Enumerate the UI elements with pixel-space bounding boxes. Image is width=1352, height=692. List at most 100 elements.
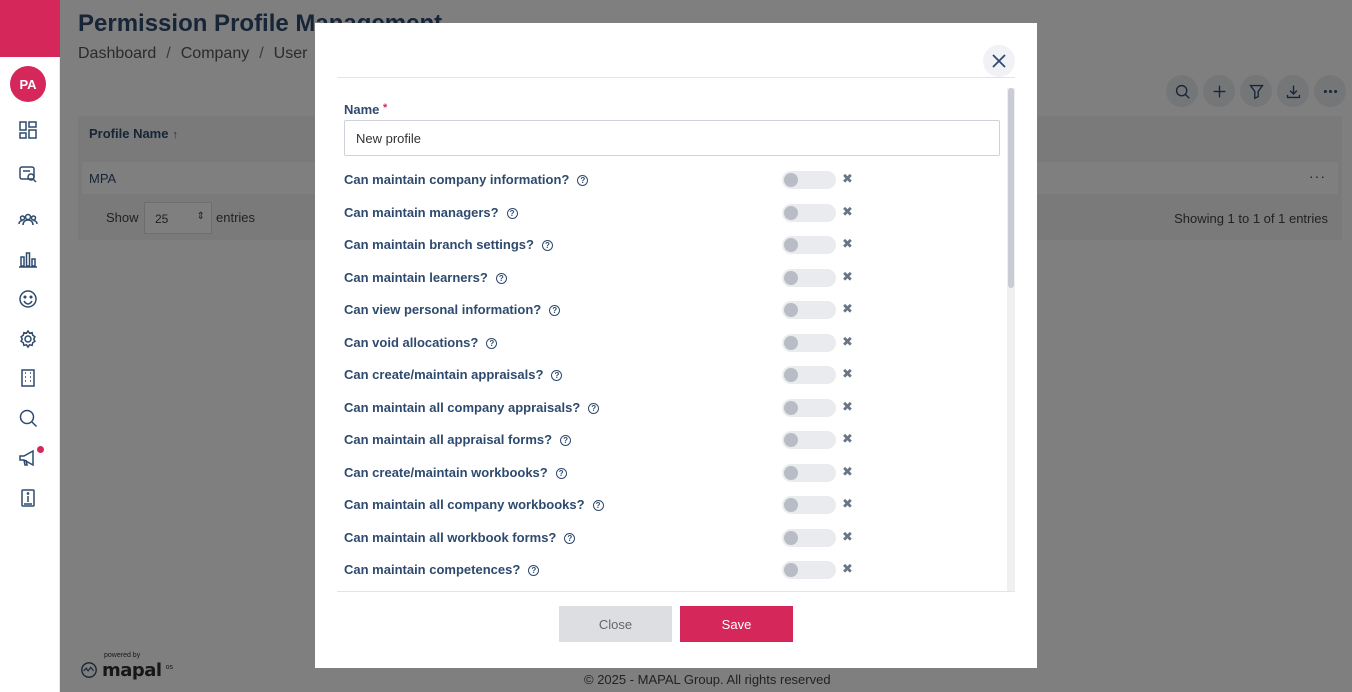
permission-toggle[interactable] — [782, 496, 836, 514]
permission-row: Can maintain branch settings?? ✖ — [344, 234, 1004, 256]
permission-toggle[interactable] — [782, 171, 836, 189]
permission-label-text: Can view personal information? — [344, 302, 542, 317]
permission-label: Can maintain all workbook forms?? — [344, 529, 576, 545]
help-icon[interactable]: ? — [495, 272, 507, 284]
toggle-knob — [784, 205, 798, 220]
required-mark: * — [383, 102, 388, 114]
disabled-x-icon: ✖ — [842, 463, 853, 479]
disabled-x-icon: ✖ — [842, 431, 853, 446]
help-icon[interactable]: ? — [506, 207, 518, 219]
permission-row: Can maintain all workbook forms?? ✖ — [344, 527, 1004, 549]
toggle-knob — [784, 433, 798, 447]
report-search-icon[interactable] — [17, 163, 39, 185]
smiley-icon[interactable] — [17, 288, 39, 310]
permission-toggle[interactable] — [782, 528, 836, 547]
name-input[interactable] — [344, 120, 1000, 156]
permission-toggle[interactable] — [782, 561, 836, 579]
disabled-x-icon: ✖ — [842, 496, 853, 511]
permission-label-text: Can void allocations? — [344, 334, 479, 350]
permission-label-text: Can maintain all company workbooks? — [344, 497, 585, 512]
help-icon[interactable]: ? — [592, 500, 604, 511]
permission-label: Can maintain all company appraisals?? — [344, 400, 600, 415]
permission-label-text: Can maintain competences? — [344, 562, 521, 577]
megaphone-icon[interactable] — [17, 447, 39, 469]
help-icon[interactable]: ? — [555, 467, 567, 479]
permission-row: Can maintain learners?? ✖ — [344, 267, 1004, 289]
disabled-x-icon: ✖ — [842, 398, 853, 414]
permission-row: Can maintain all company appraisals?? ✖ — [344, 397, 1004, 419]
avatar[interactable]: PA — [10, 66, 46, 102]
toggle-knob — [784, 400, 798, 415]
toggle-knob — [784, 238, 798, 252]
help-icon[interactable]: ? — [564, 532, 576, 544]
help-icon[interactable]: ? — [560, 435, 572, 446]
toggle-knob — [784, 465, 798, 480]
disabled-x-icon: ✖ — [842, 171, 853, 186]
help-icon[interactable]: ? — [577, 175, 589, 186]
permission-toggle[interactable] — [782, 236, 836, 254]
disabled-x-icon: ✖ — [842, 301, 853, 316]
permission-row: Can maintain company information?? ✖ — [344, 169, 1004, 191]
permission-label-text: Can create/maintain workbooks? — [344, 464, 548, 480]
settings-icon[interactable] — [17, 328, 39, 350]
divider — [337, 591, 1015, 592]
permission-row: Can maintain all company workbooks?? ✖ — [344, 494, 1004, 516]
help-icon[interactable]: ? — [528, 565, 540, 576]
permission-row: Can maintain managers?? ✖ — [344, 202, 1004, 224]
disabled-x-icon: ✖ — [842, 528, 853, 544]
permission-toggle[interactable] — [782, 203, 836, 222]
permission-label-text: Can create/maintain appraisals? — [344, 367, 544, 382]
permission-label-text: Can maintain learners? — [344, 269, 488, 285]
help-icon[interactable]: ? — [541, 240, 553, 251]
modal-close-button[interactable] — [983, 45, 1015, 77]
permission-row: Can view personal information?? ✖ — [344, 299, 1004, 321]
dashboard-icon[interactable] — [17, 119, 39, 141]
toggle-knob — [784, 498, 798, 512]
permission-toggle[interactable] — [782, 398, 836, 417]
sidebar: PA — [0, 0, 60, 692]
toggle-knob — [784, 563, 798, 577]
disabled-x-icon: ✖ — [842, 203, 853, 219]
help-icon[interactable]: ? — [486, 337, 498, 349]
permission-label: Can maintain managers?? — [344, 205, 518, 220]
help-icon[interactable]: ? — [549, 305, 561, 316]
name-label-text: Name — [344, 102, 380, 117]
permission-label: Can maintain all appraisal forms?? — [344, 432, 572, 447]
disabled-x-icon: ✖ — [842, 268, 853, 284]
permission-label-text: Can maintain branch settings? — [344, 237, 534, 252]
permission-label: Can maintain company information?? — [344, 172, 589, 187]
help-icon[interactable]: ? — [588, 402, 600, 414]
permission-row: Can create/maintain workbooks?? ✖ — [344, 462, 1004, 484]
search-icon[interactable] — [17, 407, 39, 429]
permission-toggle[interactable] — [782, 366, 836, 384]
permission-label-text: Can maintain all appraisal forms? — [344, 432, 553, 447]
permission-label-text: Can maintain all workbook forms? — [344, 529, 557, 545]
brand-logo-block[interactable] — [0, 0, 60, 57]
toggle-knob — [784, 335, 798, 350]
chart-icon[interactable] — [17, 248, 39, 270]
save-button[interactable]: Save — [680, 606, 793, 642]
permission-toggle[interactable] — [782, 333, 836, 352]
info-book-icon[interactable] — [17, 487, 39, 509]
users-icon[interactable] — [17, 208, 39, 230]
disabled-x-icon: ✖ — [842, 236, 853, 251]
permission-row: Can maintain all appraisal forms?? ✖ — [344, 429, 1004, 451]
permission-label-text: Can maintain managers? — [344, 204, 499, 220]
modal-body: Name * Can maintain company information?… — [337, 78, 1015, 591]
help-icon[interactable]: ? — [551, 370, 563, 381]
permission-toggle[interactable] — [782, 301, 836, 319]
permission-toggle[interactable] — [782, 268, 836, 287]
building-icon[interactable] — [17, 367, 39, 389]
notification-dot — [37, 446, 44, 453]
permission-label-text: Can maintain company information? — [344, 172, 570, 187]
permission-label: Can void allocations?? — [344, 334, 498, 350]
permission-label: Can maintain learners?? — [344, 270, 507, 285]
toggle-knob — [784, 303, 798, 317]
toggle-knob — [784, 530, 798, 545]
close-button[interactable]: Close — [559, 606, 672, 642]
permission-toggle[interactable] — [782, 431, 836, 449]
permission-toggle[interactable] — [782, 463, 836, 482]
disabled-x-icon: ✖ — [842, 366, 853, 381]
toggle-knob — [784, 368, 798, 382]
scrollbar-thumb[interactable] — [1008, 88, 1014, 288]
